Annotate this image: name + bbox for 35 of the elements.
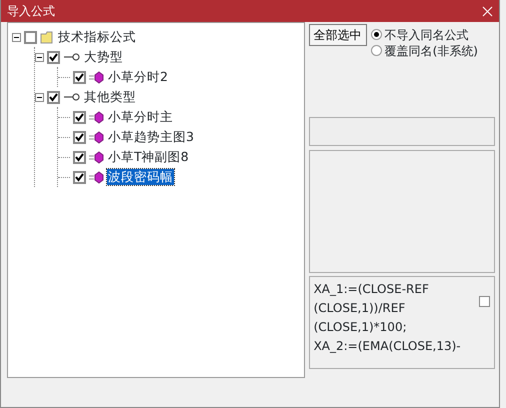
tree-item[interactable]: 小草分时主 (107, 109, 174, 125)
code-line: (CLOSE,1))/REF (314, 300, 406, 317)
code-line: XA_2:=(EMA(CLOSE,13)- (314, 338, 461, 355)
tree-item[interactable]: 其他类型 (83, 89, 137, 105)
folder-icon (40, 30, 54, 44)
close-icon[interactable] (482, 6, 493, 16)
radio-option[interactable]: 不导入同名公式 (370, 28, 478, 41)
gem-icon (89, 130, 104, 144)
tree-item[interactable]: 大势型 (83, 49, 124, 65)
collapse-icon[interactable] (12, 32, 21, 42)
checkbox[interactable] (479, 296, 490, 307)
tree-item[interactable]: 小草趋势主图3 (107, 129, 195, 145)
tree-item[interactable]: 小草分时2 (107, 69, 169, 85)
window-title: 导入公式 (7, 3, 55, 20)
collapse-icon[interactable] (35, 92, 44, 102)
checkbox[interactable] (47, 50, 60, 64)
tree-item[interactable]: 技术指标公式 (57, 29, 137, 45)
checkbox[interactable] (24, 30, 37, 44)
checkbox[interactable] (73, 170, 86, 184)
collapse-icon[interactable] (35, 52, 44, 62)
gem-icon (89, 70, 104, 84)
checkbox[interactable] (73, 150, 86, 164)
gem-icon (89, 110, 104, 124)
tree-item[interactable]: 波段密码幅 (107, 169, 174, 185)
code-line: (CLOSE,1)*100; (314, 319, 408, 336)
code-line: XA_1:=(CLOSE-REF (314, 281, 430, 298)
select-all-button[interactable]: 全部选中 (308, 24, 367, 46)
gem-icon (89, 150, 104, 164)
checkbox[interactable] (73, 70, 86, 84)
checkbox[interactable] (73, 130, 86, 144)
checkbox[interactable] (73, 110, 86, 124)
radio-option[interactable]: 覆盖同名(非系统) (370, 44, 478, 57)
tree-item[interactable]: 小草T神副图8 (107, 149, 190, 165)
gem-icon (89, 170, 104, 184)
checkbox[interactable] (47, 90, 60, 104)
